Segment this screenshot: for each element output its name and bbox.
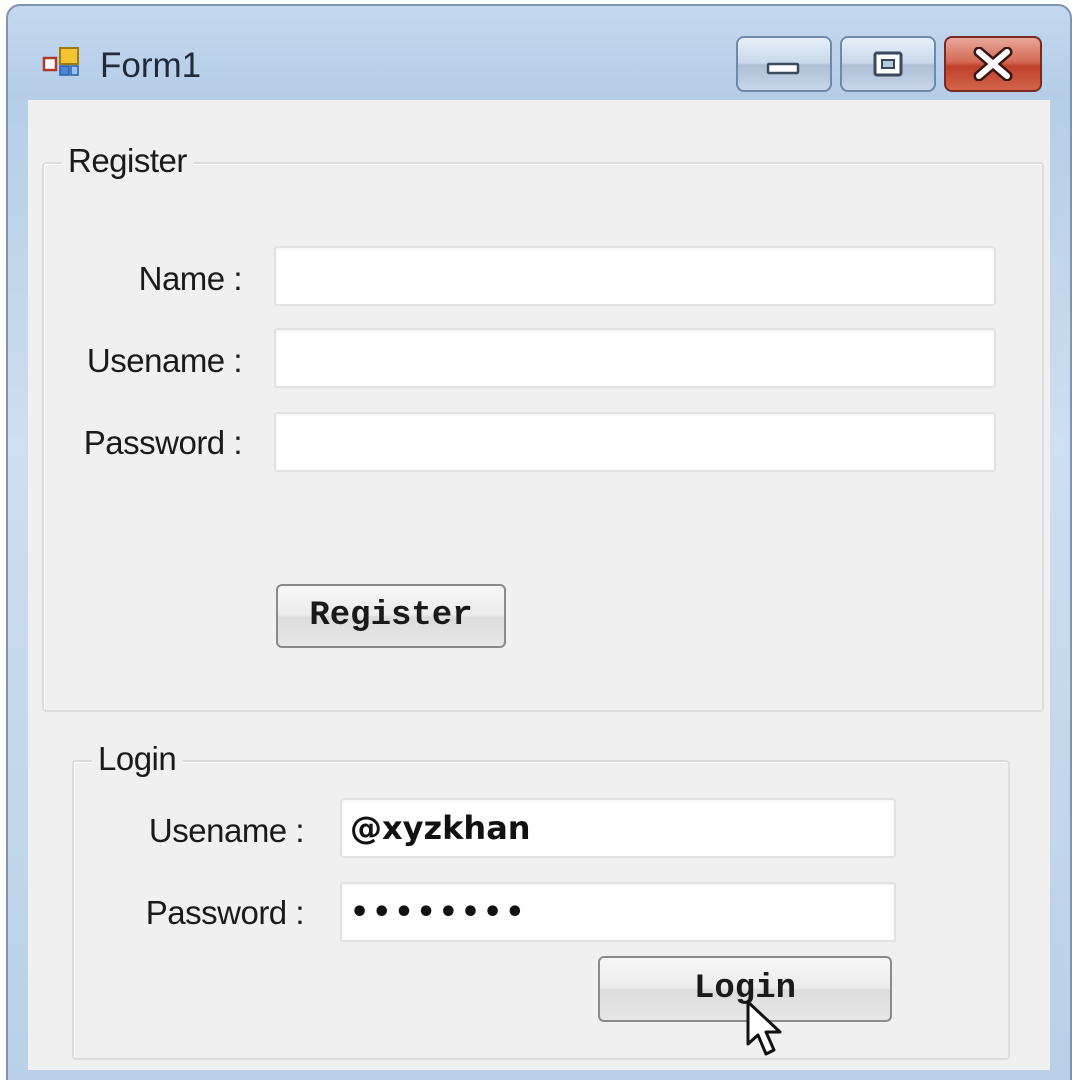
login-password-mask: •••••••• bbox=[350, 894, 528, 930]
login-username-input[interactable]: @xyzkhan bbox=[340, 798, 896, 858]
form-app-icon bbox=[42, 47, 79, 76]
login-username-value: @xyzkhan bbox=[350, 809, 531, 847]
maximize-icon bbox=[873, 51, 903, 77]
close-button[interactable] bbox=[944, 36, 1042, 92]
login-group-label: Login bbox=[92, 740, 183, 778]
register-name-input[interactable] bbox=[274, 246, 996, 306]
mouse-pointer-icon bbox=[746, 1000, 782, 1056]
form-window: Form1 Register Name : Usename : Password… bbox=[6, 4, 1072, 1080]
close-icon bbox=[973, 47, 1013, 81]
register-button[interactable]: Register bbox=[276, 584, 506, 648]
login-username-label: Usename : bbox=[148, 812, 305, 849]
title-bar[interactable]: Form1 bbox=[8, 6, 1070, 98]
register-password-input[interactable] bbox=[274, 412, 996, 472]
register-name-label: Name : bbox=[138, 260, 243, 297]
login-password-label: Password : bbox=[145, 894, 305, 931]
minimize-icon bbox=[766, 62, 800, 75]
maximize-button[interactable] bbox=[840, 36, 936, 92]
form-client-area: Register Name : Usename : Password : Reg… bbox=[28, 100, 1050, 1070]
register-username-label: Usename : bbox=[86, 342, 243, 379]
register-group-label: Register bbox=[62, 142, 193, 180]
register-password-label: Password : bbox=[83, 424, 243, 461]
window-title: Form1 bbox=[100, 46, 202, 85]
login-password-input[interactable]: •••••••• bbox=[340, 882, 896, 942]
minimize-button[interactable] bbox=[736, 36, 832, 92]
register-username-input[interactable] bbox=[274, 328, 996, 388]
